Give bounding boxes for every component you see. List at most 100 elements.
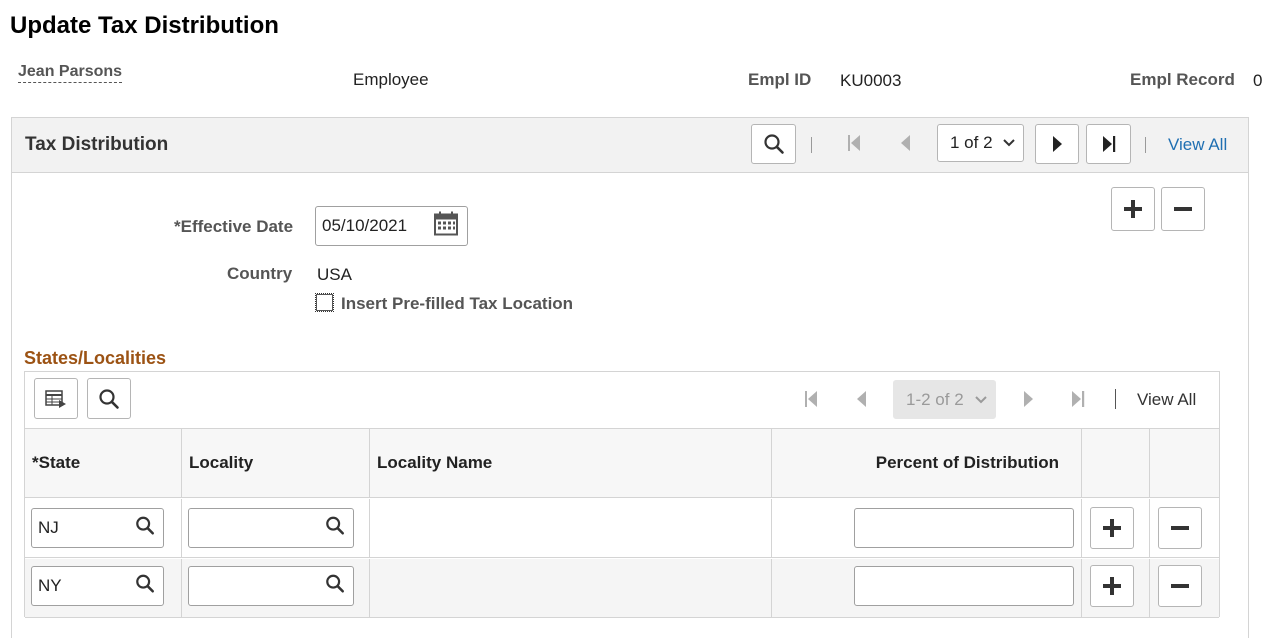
grid-header-row: *State Locality Locality Name Percent of… <box>25 428 1219 498</box>
state-cell: NY <box>25 559 182 617</box>
employee-role: Employee <box>353 70 429 89</box>
toolbar-separator <box>811 137 812 153</box>
locality-lookup-button[interactable] <box>325 574 345 599</box>
locality-input[interactable] <box>188 508 354 548</box>
grid-first-page-button[interactable] <box>802 389 820 414</box>
delete-cell <box>1150 499 1219 557</box>
page-title: Update Tax Distribution <box>10 12 279 39</box>
calendar-button[interactable] <box>433 211 459 242</box>
search-icon <box>136 516 154 535</box>
next-page-icon <box>1024 391 1033 407</box>
previous-page-button[interactable] <box>898 133 912 158</box>
add-row-button[interactable] <box>1111 187 1155 231</box>
country-value: USA <box>317 265 352 284</box>
tax-distribution-title: Tax Distribution <box>25 134 169 155</box>
grid-previous-page-button[interactable] <box>854 389 868 414</box>
state-value: NY <box>38 576 62 595</box>
calendar-icon <box>434 211 458 236</box>
toolbar-separator <box>1115 389 1116 409</box>
add-cell <box>1082 499 1150 557</box>
empl-id-label: Empl ID <box>748 70 812 89</box>
column-header-percent[interactable]: Percent of Distribution <box>772 429 1082 497</box>
column-header-locality[interactable]: Locality <box>182 429 370 497</box>
grid-page-select-value: 1-2 of 2 <box>906 389 964 409</box>
locality-input[interactable] <box>188 566 354 606</box>
effective-date-value: 05/10/2021 <box>322 216 408 235</box>
first-page-button[interactable] <box>845 133 863 158</box>
empl-id-value: KU0003 <box>840 71 902 90</box>
first-page-icon <box>805 391 817 407</box>
next-page-button[interactable] <box>1035 124 1079 164</box>
state-input[interactable]: NJ <box>31 508 164 548</box>
employee-name-link[interactable]: Jean Parsons <box>18 63 123 83</box>
chevron-down-icon <box>975 395 987 403</box>
plus-icon <box>1103 519 1121 537</box>
empl-record-value: 0 <box>1253 71 1263 90</box>
last-page-button[interactable] <box>1086 124 1131 164</box>
locality-cell <box>182 499 370 557</box>
next-page-icon <box>1053 136 1062 152</box>
view-all-link[interactable]: View All <box>1168 135 1227 155</box>
personalize-grid-button[interactable] <box>34 378 78 419</box>
grid-view-all-link[interactable]: View All <box>1137 390 1196 410</box>
add-row-button[interactable] <box>1090 565 1134 607</box>
last-page-icon <box>1072 391 1085 407</box>
search-icon <box>326 516 344 535</box>
last-page-icon <box>1102 136 1115 152</box>
percent-cell <box>772 499 1082 557</box>
empl-record-label: Empl Record <box>1130 70 1235 89</box>
percent-cell <box>772 559 1082 617</box>
table-row: NJ <box>25 499 1219 558</box>
table-row: NY <box>25 559 1219 618</box>
previous-page-icon <box>901 135 910 151</box>
grid-last-page-button[interactable] <box>1069 389 1087 414</box>
state-lookup-button[interactable] <box>135 516 155 541</box>
column-header-locality-name[interactable]: Locality Name <box>370 429 772 497</box>
percent-input[interactable] <box>854 566 1074 606</box>
state-value: NJ <box>38 518 59 537</box>
minus-icon <box>1174 207 1192 211</box>
search-button[interactable] <box>751 124 796 164</box>
chevron-down-icon <box>1003 139 1015 147</box>
state-input[interactable]: NY <box>31 566 164 606</box>
locality-name-cell <box>370 559 772 617</box>
grid-page-select[interactable]: 1-2 of 2 <box>893 380 996 419</box>
states-localities-title: States/Localities <box>24 348 167 368</box>
effective-date-field[interactable]: 05/10/2021 <box>315 206 468 246</box>
search-icon <box>763 134 784 154</box>
page-select-value: 1 of 2 <box>950 133 993 152</box>
effective-date-label: *Effective Date <box>174 217 294 236</box>
grid-search-button[interactable] <box>87 378 131 419</box>
add-row-button[interactable] <box>1090 507 1134 549</box>
delete-row-button[interactable] <box>1161 187 1205 231</box>
grid-toolbar: 1-2 of 2 View All <box>25 372 1219 428</box>
page-select[interactable]: 1 of 2 <box>937 124 1024 162</box>
plus-icon <box>1103 577 1121 595</box>
add-cell <box>1082 559 1150 617</box>
delete-row-button[interactable] <box>1158 565 1202 607</box>
search-icon <box>136 574 154 593</box>
state-cell: NJ <box>25 499 182 557</box>
tax-distribution-header: Tax Distribution 1 of 2 View All <box>12 118 1248 173</box>
search-icon <box>326 574 344 593</box>
country-label: Country <box>227 264 293 283</box>
column-header-add <box>1082 429 1150 497</box>
locality-lookup-button[interactable] <box>325 516 345 541</box>
delete-row-button[interactable] <box>1158 507 1202 549</box>
minus-icon <box>1171 526 1189 530</box>
previous-page-icon <box>857 391 866 407</box>
states-localities-grid: 1-2 of 2 View All *State Locality Locali… <box>24 371 1220 618</box>
grid-next-page-button[interactable] <box>1021 389 1035 414</box>
state-lookup-button[interactable] <box>135 574 155 599</box>
column-header-state[interactable]: *State <box>25 429 182 497</box>
locality-cell <box>182 559 370 617</box>
first-page-icon <box>848 135 860 151</box>
locality-name-cell <box>370 499 772 557</box>
delete-cell <box>1150 559 1219 617</box>
plus-icon <box>1124 200 1142 218</box>
percent-input[interactable] <box>854 508 1074 548</box>
insert-prefilled-label: Insert Pre-filled Tax Location <box>341 294 574 313</box>
insert-prefilled-checkbox[interactable] <box>315 293 334 312</box>
toolbar-separator <box>1145 137 1146 153</box>
column-header-delete <box>1150 429 1219 497</box>
